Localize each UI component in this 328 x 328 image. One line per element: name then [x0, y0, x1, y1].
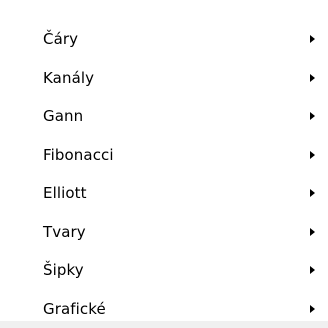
- submenu-arrow-icon: [310, 189, 315, 197]
- menu-item-label: Čáry: [43, 30, 78, 48]
- submenu-arrow-icon: [310, 228, 315, 236]
- menu-item-sipky[interactable]: Šipky: [0, 251, 328, 290]
- submenu-arrow-icon: [310, 74, 315, 82]
- menu-item-kanaly[interactable]: Kanály: [0, 59, 328, 98]
- menu-item-gann[interactable]: Gann: [0, 97, 328, 136]
- menu-item-label: Elliott: [43, 184, 87, 202]
- menu-item-elliott[interactable]: Elliott: [0, 174, 328, 213]
- menu-item-label: Gann: [43, 107, 83, 125]
- menu-item-graficke[interactable]: Grafické: [0, 290, 328, 328]
- submenu-arrow-icon: [310, 266, 315, 274]
- context-menu: Čáry Kanály Gann Fibonacci Elliott Tvary…: [0, 0, 328, 321]
- submenu-arrow-icon: [310, 112, 315, 120]
- menu-item-label: Šipky: [43, 261, 84, 279]
- menu-item-label: Tvary: [43, 223, 86, 241]
- submenu-arrow-icon: [310, 151, 315, 159]
- menu-item-label: Kanály: [43, 69, 94, 87]
- menu-item-tvary[interactable]: Tvary: [0, 213, 328, 252]
- menu-item-cary[interactable]: Čáry: [0, 20, 328, 59]
- submenu-arrow-icon: [310, 305, 315, 313]
- submenu-arrow-icon: [310, 35, 315, 43]
- menu-item-fibonacci[interactable]: Fibonacci: [0, 136, 328, 175]
- menu-item-label: Fibonacci: [43, 146, 114, 164]
- menu-item-label: Grafické: [43, 300, 106, 318]
